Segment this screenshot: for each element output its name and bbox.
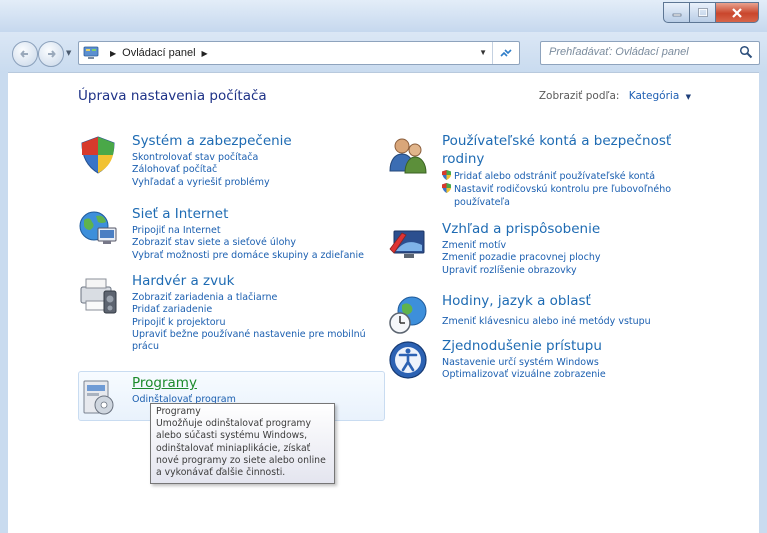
title-bar[interactable] [0, 0, 767, 32]
link-change-desktop-background[interactable]: Zmeniť pozadie pracovnej plochy [442, 252, 601, 264]
tooltip-title: Programy [156, 406, 201, 417]
category-links: Zobraziť zariadenia a tlačiarne Pridať z… [132, 292, 377, 353]
link-mobility-settings[interactable]: Upraviť bežne používané nastavenie pre m… [132, 329, 377, 354]
category-title-appearance[interactable]: Vzhľad a prispôsobenie [442, 221, 600, 237]
link-backup-computer[interactable]: Zálohovať počítač [132, 164, 270, 176]
refresh-button[interactable] [492, 42, 519, 64]
network-icon [79, 211, 117, 244]
link-change-keyboard[interactable]: Zmeniť klávesnicu alebo iné metódy vstup… [442, 316, 651, 328]
close-icon [732, 7, 742, 18]
close-button[interactable] [716, 2, 759, 23]
link-network-status[interactable]: Zobraziť stav siete a sieťové úlohy [132, 237, 364, 249]
link-devices-printers[interactable]: Zobraziť zariadenia a tlačiarne [132, 292, 377, 304]
category-links: Nastavenie určí systém Windows Optimaliz… [442, 357, 606, 382]
minimize-icon [672, 13, 681, 16]
uac-shield-icon [442, 170, 451, 180]
control-panel-icon [83, 46, 99, 59]
main-content: Úprava nastavenia počítača Zobraziť podľ… [8, 72, 759, 533]
link-check-computer-status[interactable]: Skontrolovať stav počítača [132, 152, 270, 164]
link-parental-controls-label[interactable]: Nastaviť rodičovskú kontrolu pre ľubovoľ… [454, 184, 671, 207]
category-title-user-accounts[interactable]: Používateľské kontá a bezpečnosť rodiny [442, 132, 682, 168]
refresh-icon [500, 49, 512, 57]
link-homegroup-sharing[interactable]: Vybrať možnosti pre domáce skupiny a zdi… [132, 250, 364, 262]
control-panel-window: ▼ ▶ Ovládací panel ▶ ▼ Prehľadávať: Ovlá… [0, 0, 767, 533]
ease-of-access-icon [389, 341, 427, 379]
forward-button[interactable] [38, 41, 64, 67]
view-by: Zobraziť podľa: Kategória ▼ [539, 90, 691, 102]
appearance-icon [389, 230, 425, 258]
breadcrumb-control-panel[interactable]: Ovládací panel [122, 47, 195, 59]
link-add-remove-accounts-label[interactable]: Pridať alebo odstrániť používateľské kon… [454, 171, 655, 182]
minimize-button[interactable] [663, 2, 690, 23]
category-title-network[interactable]: Sieť a Internet [132, 206, 228, 222]
search-icon[interactable] [739, 45, 753, 59]
maximize-icon [697, 8, 708, 17]
maximize-button[interactable] [690, 2, 716, 23]
search-placeholder: Prehľadávať: Ovládací panel [549, 46, 689, 58]
link-find-fix-problems[interactable]: Vyhľadať a vyriešiť problémy [132, 177, 270, 189]
search-input[interactable]: Prehľadávať: Ovládací panel [540, 41, 760, 65]
navigation-toolbar: ▼ ▶ Ovládací panel ▶ ▼ Prehľadávať: Ovlá… [0, 32, 767, 72]
category-links: Zmeniť klávesnicu alebo iné metódy vstup… [442, 316, 651, 328]
forward-arrow-icon [48, 50, 56, 58]
link-connect-internet[interactable]: Pripojiť na Internet [132, 225, 364, 237]
link-connect-projector[interactable]: Pripojiť k projektoru [132, 317, 377, 329]
link-add-remove-accounts[interactable]: Pridať alebo odstrániť používateľské kon… [442, 170, 682, 183]
clock-language-icon [389, 296, 427, 334]
system-security-icon [81, 136, 115, 174]
category-title-hardware-sound[interactable]: Hardvér a zvuk [132, 273, 234, 289]
address-history-chevron-down-icon[interactable]: ▼ [479, 48, 487, 57]
hardware-sound-icon [80, 278, 117, 314]
breadcrumb-separator-icon[interactable]: ▶ [110, 49, 116, 58]
address-bar[interactable]: ▶ Ovládací panel ▶ ▼ [78, 41, 520, 65]
category-links: Zmeniť motív Zmeniť pozadie pracovnej pl… [442, 240, 601, 277]
category-links: Pripojiť na Internet Zobraziť stav siete… [132, 225, 364, 262]
user-accounts-icon [389, 138, 427, 174]
tooltip-body: Umožňuje odinštalovať programy alebo súč… [156, 418, 326, 479]
category-title-ease-of-access[interactable]: Zjednodušenie prístupu [442, 338, 602, 354]
category-title-system-security[interactable]: Systém a zabezpečenie [132, 133, 292, 149]
view-by-dropdown[interactable]: Kategória [629, 90, 679, 102]
category-title-clock-language[interactable]: Hodiny, jazyk a oblasť [442, 293, 591, 309]
link-optimize-display[interactable]: Optimalizovať vizuálne zobrazenie [442, 369, 606, 381]
link-adjust-resolution[interactable]: Upraviť rozlíšenie obrazovky [442, 265, 601, 277]
category-links: Skontrolovať stav počítača Zálohovať poč… [132, 152, 270, 189]
uac-shield-icon [442, 183, 451, 194]
programs-icon [83, 380, 114, 415]
page-title: Úprava nastavenia počítača [78, 88, 267, 104]
breadcrumb-separator-icon[interactable]: ▶ [202, 49, 208, 58]
view-by-chevron-down-icon[interactable]: ▼ [686, 93, 691, 101]
category-links: Pridať alebo odstrániť používateľské kon… [442, 170, 682, 209]
recent-pages-chevron-down-icon[interactable]: ▼ [66, 49, 71, 57]
back-button[interactable] [12, 41, 38, 67]
link-add-device[interactable]: Pridať zariadenie [132, 304, 377, 316]
view-by-label: Zobraziť podľa: [538, 90, 620, 102]
link-change-theme[interactable]: Zmeniť motív [442, 240, 601, 252]
link-parental-controls[interactable]: Nastaviť rodičovskú kontrolu pre ľubovoľ… [442, 183, 682, 209]
programs-tooltip: Programy Umožňuje odinštalovať programy … [150, 403, 335, 485]
category-title-programs[interactable]: Programy [132, 375, 197, 391]
back-arrow-icon [20, 50, 28, 58]
link-windows-suggest-settings[interactable]: Nastavenie určí systém Windows [442, 357, 606, 369]
window-controls [663, 2, 759, 23]
